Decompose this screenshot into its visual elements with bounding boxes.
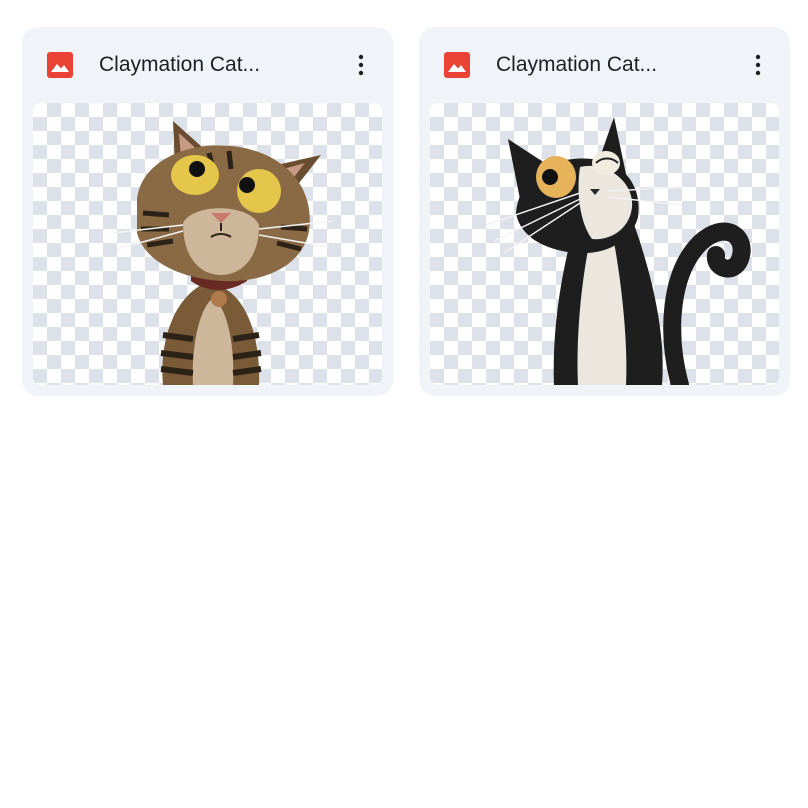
image-file-icon	[444, 52, 470, 78]
image-file-icon	[47, 52, 73, 78]
file-thumbnail[interactable]	[430, 103, 779, 385]
file-grid: Claymation Cat... Claymation Cat...	[22, 27, 790, 396]
file-title: Claymation Cat...	[99, 53, 261, 76]
file-card-header: Claymation Cat...	[22, 27, 393, 103]
file-card[interactable]: Claymation Cat...	[419, 27, 790, 396]
file-thumbnail[interactable]	[33, 103, 382, 385]
more-vert-icon	[755, 54, 761, 76]
file-card-header: Claymation Cat...	[419, 27, 790, 103]
more-vert-icon	[358, 54, 364, 76]
tabby-claymation-cat-image	[112, 121, 334, 385]
more-options-button[interactable]	[740, 47, 776, 83]
more-options-button[interactable]	[343, 47, 379, 83]
file-card[interactable]: Claymation Cat...	[22, 27, 393, 396]
file-title: Claymation Cat...	[496, 53, 658, 76]
tuxedo-claymation-cat-image	[485, 117, 751, 385]
